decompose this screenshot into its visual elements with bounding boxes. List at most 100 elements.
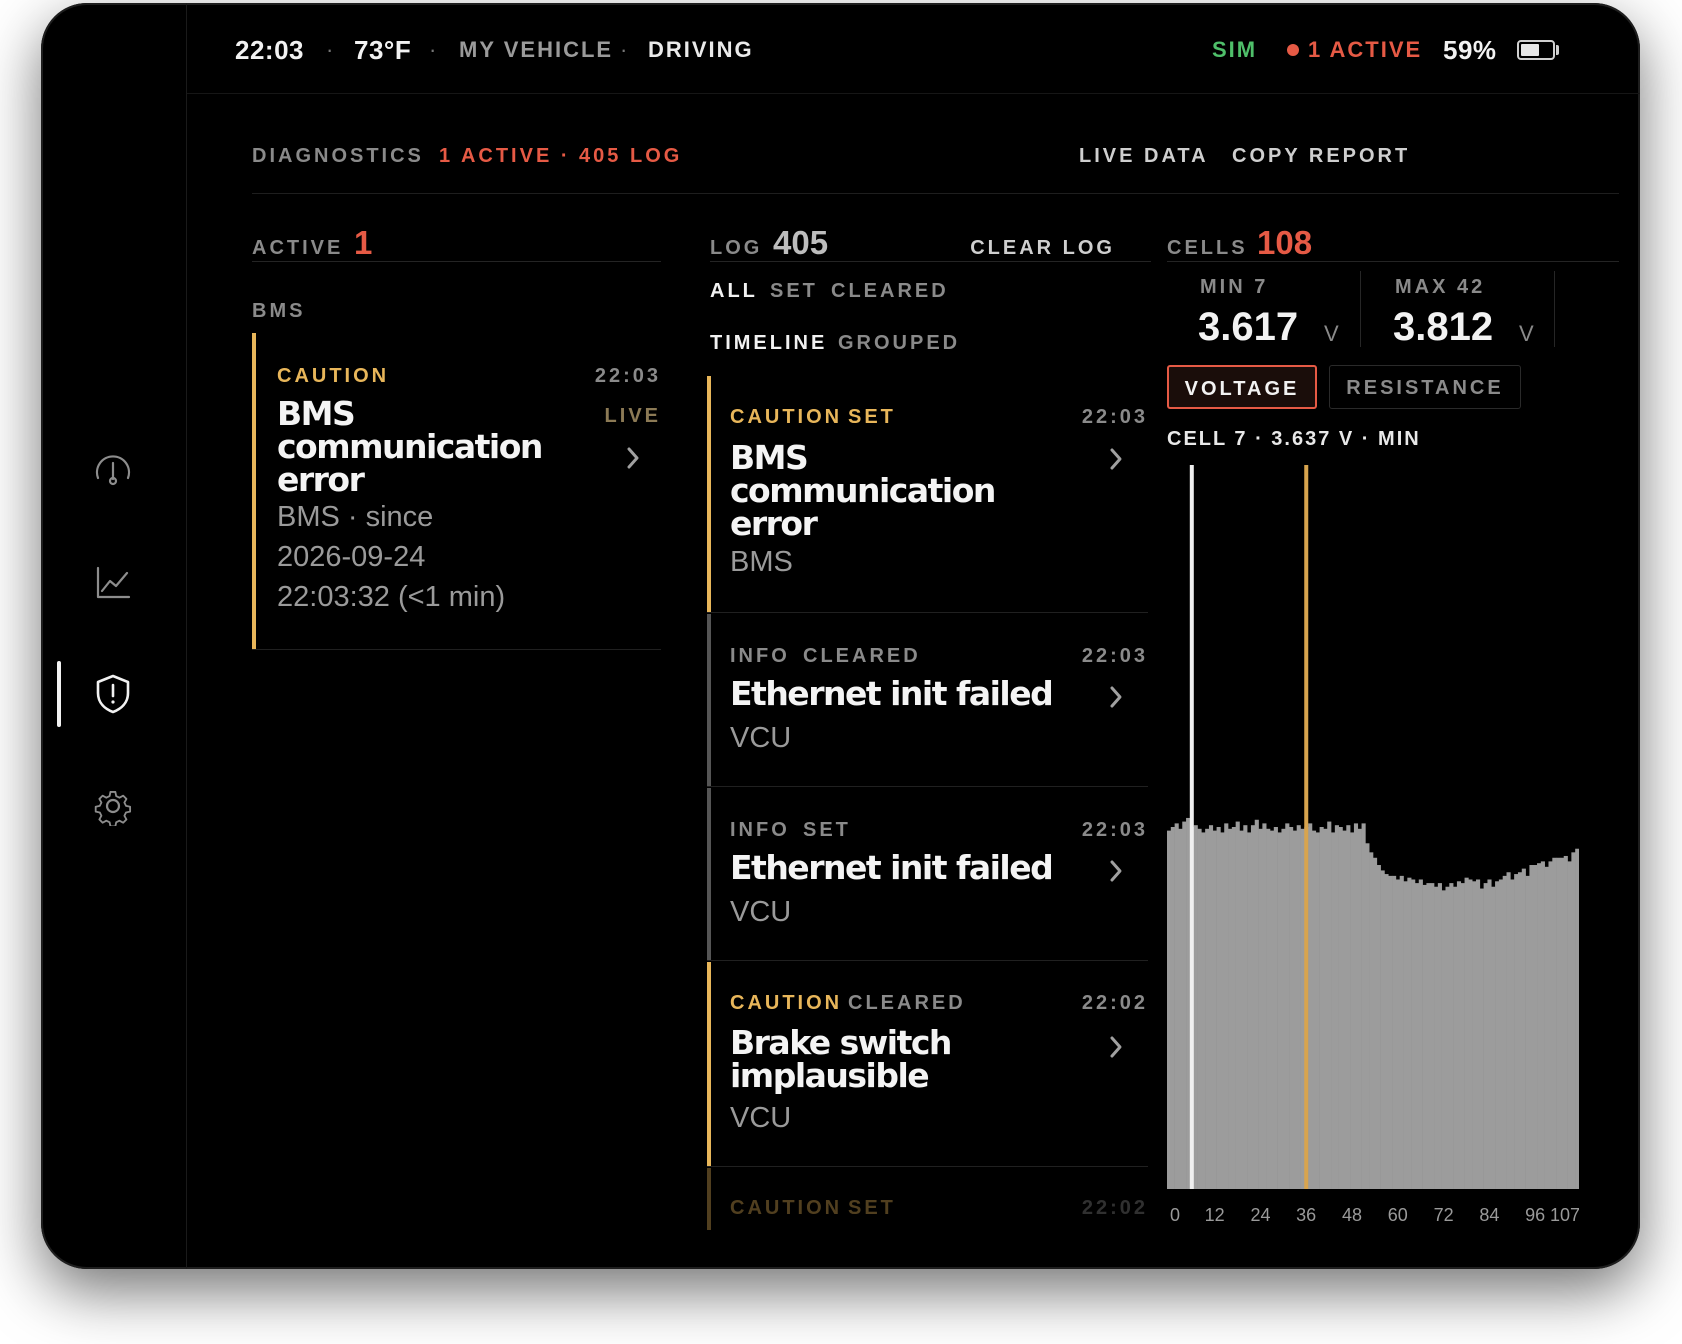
cell-bar[interactable] <box>1529 865 1534 1189</box>
nav-gauge-button[interactable] <box>85 443 141 499</box>
cell-bar[interactable] <box>1319 827 1324 1189</box>
cell-bar[interactable] <box>1346 825 1351 1189</box>
cell-bar[interactable] <box>1205 828 1210 1189</box>
clear-log-button[interactable]: CLEAR LOG <box>970 237 1115 260</box>
cell-bar[interactable] <box>1338 827 1343 1189</box>
cell-bar[interactable] <box>1327 821 1332 1189</box>
active-alerts-count[interactable]: 1 ACTIVE <box>1308 33 1422 67</box>
cell-bar[interactable] <box>1506 872 1511 1189</box>
log-entry[interactable]: INFO SET 22:03 Ethernet init failed VCU <box>707 788 1148 961</box>
cell-bar[interactable] <box>1266 828 1271 1189</box>
cell-bar[interactable] <box>1521 868 1526 1189</box>
cell-bar[interactable] <box>1365 843 1370 1189</box>
cell-bar[interactable] <box>1418 879 1423 1189</box>
nav-chart-button[interactable] <box>85 555 141 611</box>
cell-bar[interactable] <box>1414 883 1420 1189</box>
cell-bar[interactable] <box>1563 855 1568 1189</box>
cell-bar[interactable] <box>1350 832 1355 1189</box>
cell-bar[interactable] <box>1476 879 1481 1189</box>
cell-bar[interactable] <box>1186 817 1191 1189</box>
tab-resistance[interactable]: RESISTANCE <box>1329 365 1521 409</box>
cell-bar[interactable] <box>1537 863 1542 1189</box>
copy-report-button[interactable]: COPY REPORT <box>1232 145 1410 168</box>
cell-bar[interactable] <box>1540 861 1545 1189</box>
active-fault-card[interactable]: CAUTION 22:03 LIVE BMS communication err… <box>252 333 661 650</box>
cell-bar[interactable] <box>1426 883 1431 1189</box>
cell-bar[interactable] <box>1525 875 1530 1189</box>
cell-bar[interactable] <box>1468 879 1473 1189</box>
cell-bar[interactable] <box>1342 830 1347 1189</box>
filter-set[interactable]: SET <box>770 280 818 303</box>
cell-bar[interactable] <box>1243 825 1248 1189</box>
cell-bar[interactable] <box>1262 823 1267 1189</box>
cell-bar[interactable] <box>1224 823 1229 1189</box>
log-entry[interactable]: INFO CLEARED 22:03 Ethernet init failed … <box>707 614 1148 787</box>
cell-bar[interactable] <box>1182 821 1187 1189</box>
tab-voltage[interactable]: VOLTAGE <box>1167 365 1317 409</box>
cell-bar[interactable] <box>1441 890 1446 1189</box>
nav-settings-button[interactable] <box>85 778 141 834</box>
cell-bar[interactable] <box>1430 883 1435 1189</box>
log-entry[interactable]: CAUTION SET 22:03 BMS communication erro… <box>707 376 1148 613</box>
cell-bar[interactable] <box>1510 879 1515 1189</box>
cell-bar[interactable] <box>1212 830 1217 1189</box>
cell-bar[interactable] <box>1208 825 1214 1189</box>
cell-bar[interactable] <box>1453 886 1458 1189</box>
cell-bar[interactable] <box>1250 825 1256 1189</box>
cell-bar[interactable] <box>1197 828 1202 1189</box>
nav-diagnostics-button[interactable] <box>85 666 141 722</box>
cell-bar[interactable] <box>1514 874 1519 1189</box>
cell-bar[interactable] <box>1434 886 1439 1189</box>
cell-bar[interactable] <box>1167 830 1172 1189</box>
cell-bar[interactable] <box>1178 828 1183 1189</box>
cell-bar[interactable] <box>1491 886 1496 1189</box>
cell-bar[interactable] <box>1380 870 1385 1189</box>
cell-bar[interactable] <box>1270 830 1275 1189</box>
cell-bar[interactable] <box>1479 888 1484 1189</box>
cell-bar[interactable] <box>1231 827 1236 1189</box>
cell-bar[interactable] <box>1483 883 1488 1189</box>
cell-bar[interactable] <box>1571 852 1576 1189</box>
cell-bar[interactable] <box>1285 823 1290 1189</box>
cell-bar[interactable] <box>1281 828 1286 1189</box>
cell-bar[interactable] <box>1247 832 1252 1189</box>
cell-bar[interactable] <box>1361 823 1366 1189</box>
cell-bar[interactable] <box>1277 832 1282 1189</box>
cell-bar[interactable] <box>1174 823 1179 1189</box>
view-timeline[interactable]: TIMELINE <box>710 332 827 355</box>
cell-bar[interactable] <box>1422 884 1427 1189</box>
cell-bar[interactable] <box>1399 875 1404 1189</box>
cell-bar[interactable] <box>1395 879 1400 1189</box>
cell-bar[interactable] <box>1315 832 1320 1189</box>
view-grouped[interactable]: GROUPED <box>838 332 960 355</box>
cell-bar[interactable] <box>1235 821 1240 1189</box>
cell-bar[interactable] <box>1170 827 1175 1189</box>
cell-bar[interactable] <box>1456 881 1462 1189</box>
cell-bar[interactable] <box>1403 881 1408 1189</box>
cell-bar[interactable] <box>1502 875 1507 1189</box>
cell-bar[interactable] <box>1437 883 1442 1189</box>
cell-bar[interactable] <box>1373 857 1378 1189</box>
cell-bar[interactable] <box>1357 828 1362 1189</box>
cell-bar[interactable] <box>1273 827 1278 1189</box>
cell-bar[interactable] <box>1487 879 1492 1189</box>
cell-bar[interactable] <box>1392 875 1397 1189</box>
cell-bar[interactable] <box>1552 857 1557 1189</box>
cell-bar[interactable] <box>1353 823 1359 1189</box>
cell-bar[interactable] <box>1498 879 1503 1189</box>
live-data-button[interactable]: LIVE DATA <box>1079 145 1209 168</box>
filter-all[interactable]: ALL <box>710 280 758 303</box>
cell-bar[interactable] <box>1369 852 1374 1189</box>
cell-bar[interactable] <box>1567 861 1572 1189</box>
cell-bar[interactable] <box>1220 832 1225 1189</box>
cell-bar[interactable] <box>1300 828 1305 1189</box>
cell-bar[interactable] <box>1254 819 1259 1189</box>
cell-bar[interactable] <box>1544 866 1549 1189</box>
log-entry[interactable]: CAUTION CLEARED 22:02 Brake switch impla… <box>707 962 1148 1167</box>
cell-bar[interactable] <box>1296 825 1301 1189</box>
cell-bar[interactable] <box>1533 865 1538 1189</box>
cell-bar[interactable] <box>1495 881 1500 1189</box>
cell-bar[interactable] <box>1445 886 1450 1189</box>
cell-voltage-chart[interactable]: 0 12 24 36 48 60 72 84 96 107 <box>1167 461 1579 1231</box>
cell-bar[interactable] <box>1308 823 1313 1189</box>
